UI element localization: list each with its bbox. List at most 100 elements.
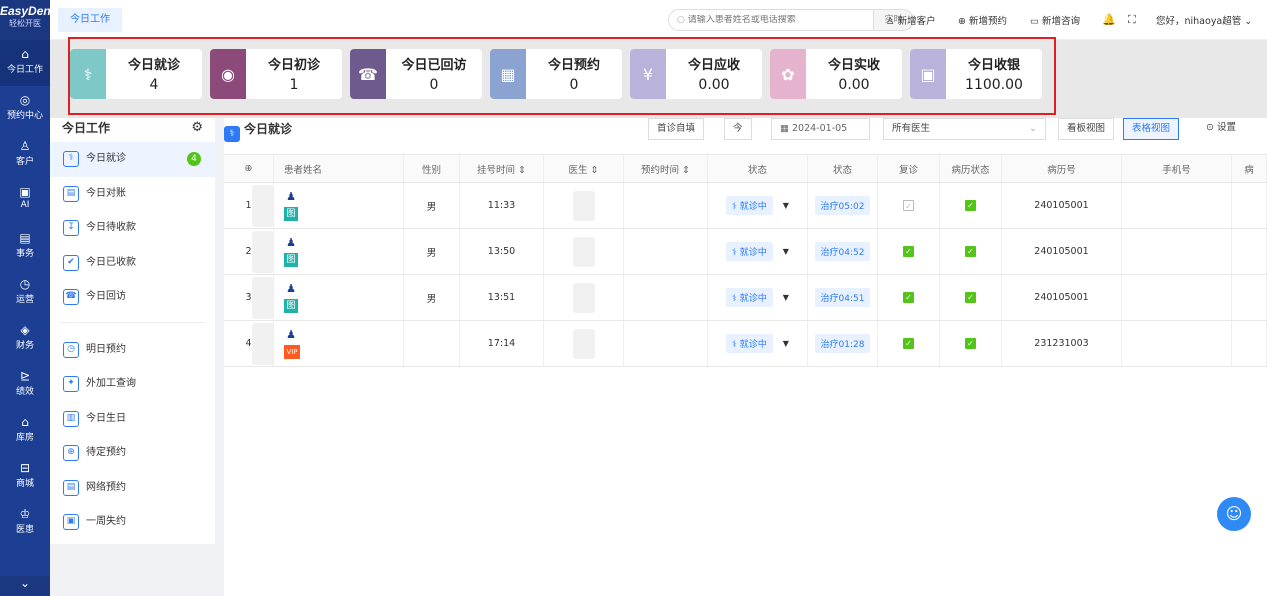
add-customer-button[interactable]: ♙ 新增客户 [886, 13, 936, 27]
status-cell: ⚕ 就诊中 ▼ [708, 321, 808, 366]
date-picker[interactable]: ▦ 2024-01-05 [771, 118, 870, 140]
caret-down-icon[interactable]: ▼ [783, 201, 789, 210]
sidebar-item[interactable]: ↧ 今日待收款 [50, 211, 215, 246]
doctor-select-value: 所有医生 [892, 123, 931, 134]
column-header[interactable]: 预约时间 ⇕ [624, 155, 708, 182]
treatment-cell: 治疗04:51 [808, 275, 878, 320]
column-header[interactable]: 挂号时间 ⇕ [460, 155, 544, 182]
add-appointment-button[interactable]: ⊕ 新增预约 [958, 13, 1007, 27]
nav-item[interactable]: ◷ 运营 [0, 270, 50, 316]
table-row[interactable]: 3 ♟ 图男 13:51 ⚕ 就诊中 ▼ 治疗04:51 ✓ ✓ 240105001 [224, 275, 1267, 321]
caret-down-icon[interactable]: ▼ [783, 247, 789, 256]
fullscreen-icon[interactable]: ⛶ [1128, 13, 1136, 27]
treatment-badge: 治疗01:28 [814, 334, 871, 353]
nav-item[interactable]: ⌂ 库房 [0, 408, 50, 454]
sidebar-item-icon: ✔ [63, 254, 79, 271]
extra-cell [1232, 275, 1267, 320]
visit-icon: ⚕ [224, 126, 240, 142]
column-header: 病 [1232, 155, 1267, 182]
gear-icon[interactable]: ⚙ [191, 118, 203, 138]
column-header[interactable]: 医生 ⇕ [544, 155, 624, 182]
table-view-button[interactable]: 表格视图 [1123, 118, 1180, 140]
status-text: 就诊中 [739, 202, 767, 212]
column-header: 状态 [708, 155, 808, 182]
table-row[interactable]: 1 ♟ 图男 11:33 ⚕ 就诊中 ▼ 治疗05:02 ✓ ✓ 240105001 [224, 183, 1267, 229]
nav-item[interactable]: ◎ 预约中心 [0, 86, 50, 132]
sidebar-item[interactable]: ◷ 明日预约 [50, 333, 215, 368]
sidebar-item[interactable]: ⊕ 待定预约 [50, 436, 215, 471]
revisit-checkbox[interactable]: ✓ [903, 292, 914, 303]
sidebar-item[interactable]: ▤ 网络预约 [50, 471, 215, 506]
nav-item[interactable]: ▣ AI [0, 178, 50, 224]
column-header: 患者姓名 [274, 155, 404, 182]
revisit-cell: ✓ [878, 321, 940, 366]
sidebar-item-label: 外加工查询 [86, 378, 136, 389]
sidebar-item-label: 网络预约 [86, 481, 126, 493]
status-badge[interactable]: ⚕ 就诊中 [726, 288, 773, 307]
support-avatar-button[interactable]: ☺ [1217, 497, 1251, 531]
patient-tag: 图 [284, 206, 298, 221]
nav-more-icon[interactable]: ⌄ [0, 576, 50, 596]
sidebar-item-icon: ⚕ [63, 151, 79, 167]
nav-item[interactable]: ⊟ 商城 [0, 454, 50, 500]
sidebar-item[interactable]: ✔ 今日已收款 [50, 246, 215, 281]
record-checkbox[interactable]: ✓ [965, 246, 976, 257]
status-badge[interactable]: ⚕ 就诊中 [726, 196, 773, 215]
sidebar-item-icon: ▥ [63, 410, 79, 427]
column-header: 病历状态 [940, 155, 1002, 182]
bell-icon[interactable]: 🔔 [1102, 13, 1116, 26]
revisit-checkbox[interactable]: ✓ [903, 200, 914, 211]
sidebar-divider [60, 315, 205, 323]
sidebar-item[interactable]: ▣ 一周失约 [50, 505, 215, 540]
settings-button[interactable]: ⊙ 设置 [1198, 118, 1245, 140]
sidebar-item[interactable]: ⚕ 今日就诊 4 [50, 142, 215, 177]
revisit-checkbox[interactable]: ✓ [903, 338, 914, 349]
board-view-button[interactable]: 看板视图 [1058, 118, 1115, 140]
caret-down-icon[interactable]: ▼ [783, 339, 789, 348]
visit-table: ⊕ 患者姓名 性别 挂号时间 ⇕ 医生 ⇕ 预约时间 ⇕ 状态 状态 复诊 病历状态 病历号 手机号病… [224, 154, 1267, 367]
self-fill-button[interactable]: 首诊自填 [648, 118, 705, 140]
table-row[interactable]: 2 ♟ 图男 13:50 ⚕ 就诊中 ▼ 治疗04:52 ✓ ✓ 240105001 [224, 229, 1267, 275]
treatment-badge: 治疗05:02 [814, 196, 871, 215]
today-button[interactable]: 今 [724, 118, 752, 140]
register-time-cell: 11:33 [460, 183, 544, 228]
nav-item[interactable]: ♙ 客户 [0, 132, 50, 178]
search-box[interactable]: ○ [668, 9, 874, 31]
nav-label: 商城 [15, 479, 34, 489]
extra-cell [1232, 229, 1267, 274]
avatar[interactable]: ♟ VIP [284, 327, 300, 361]
avatar[interactable]: ♟ 图 [284, 235, 300, 269]
status-text: 就诊中 [739, 340, 767, 350]
sidebar-item[interactable]: ✦ 外加工查询 [50, 367, 215, 402]
nav-item[interactable]: ◈ 财务 [0, 316, 50, 362]
add-consult-button[interactable]: ▭ 新增咨询 [1030, 13, 1080, 27]
search-input[interactable] [687, 15, 858, 25]
redacted-doctor [572, 282, 595, 313]
sidebar-item[interactable]: ▤ 今日对账 [50, 177, 215, 212]
avatar[interactable]: ♟ 图 [284, 281, 300, 315]
record-status-cell: ✓ [940, 321, 1002, 366]
avatar[interactable]: ♟ 图 [284, 189, 300, 223]
sidebar-item[interactable]: ▥ 今日生日 [50, 402, 215, 437]
patient-name-cell: ♟ 图 [252, 229, 404, 274]
nav-item[interactable]: ♔ 医患 [0, 500, 50, 546]
caret-down-icon[interactable]: ▼ [783, 293, 789, 302]
register-time-cell: 17:14 [460, 321, 544, 366]
nav-item[interactable]: ⊵ 绩效 [0, 362, 50, 408]
status-badge[interactable]: ⚕ 就诊中 [726, 242, 773, 261]
tab-today-work[interactable]: 今日工作 [58, 8, 122, 32]
user-menu[interactable]: 您好，nihaoya超管 ⌄ [1156, 13, 1252, 27]
sidebar-item[interactable]: ☎ 今日回访 [50, 280, 215, 315]
sidebar-item-icon: ◷ [63, 341, 79, 358]
treatment-cell: 治疗04:52 [808, 229, 878, 274]
sidebar-item-icon: ▤ [63, 185, 79, 202]
record-checkbox[interactable]: ✓ [965, 292, 976, 303]
doctor-select[interactable]: 所有医生 ⌄ [883, 118, 1046, 140]
revisit-checkbox[interactable]: ✓ [903, 246, 914, 257]
status-badge[interactable]: ⚕ 就诊中 [726, 334, 773, 353]
record-checkbox[interactable]: ✓ [965, 338, 976, 349]
record-checkbox[interactable]: ✓ [965, 200, 976, 211]
nav-item[interactable]: ▤ 事务 [0, 224, 50, 270]
table-row[interactable]: 4 ♟ VIP 17:14 ⚕ 就诊中 ▼ 治疗01:28 ✓ ✓ 231231003 [224, 321, 1267, 367]
nav-item[interactable]: ⌂ 今日工作 [0, 40, 50, 86]
